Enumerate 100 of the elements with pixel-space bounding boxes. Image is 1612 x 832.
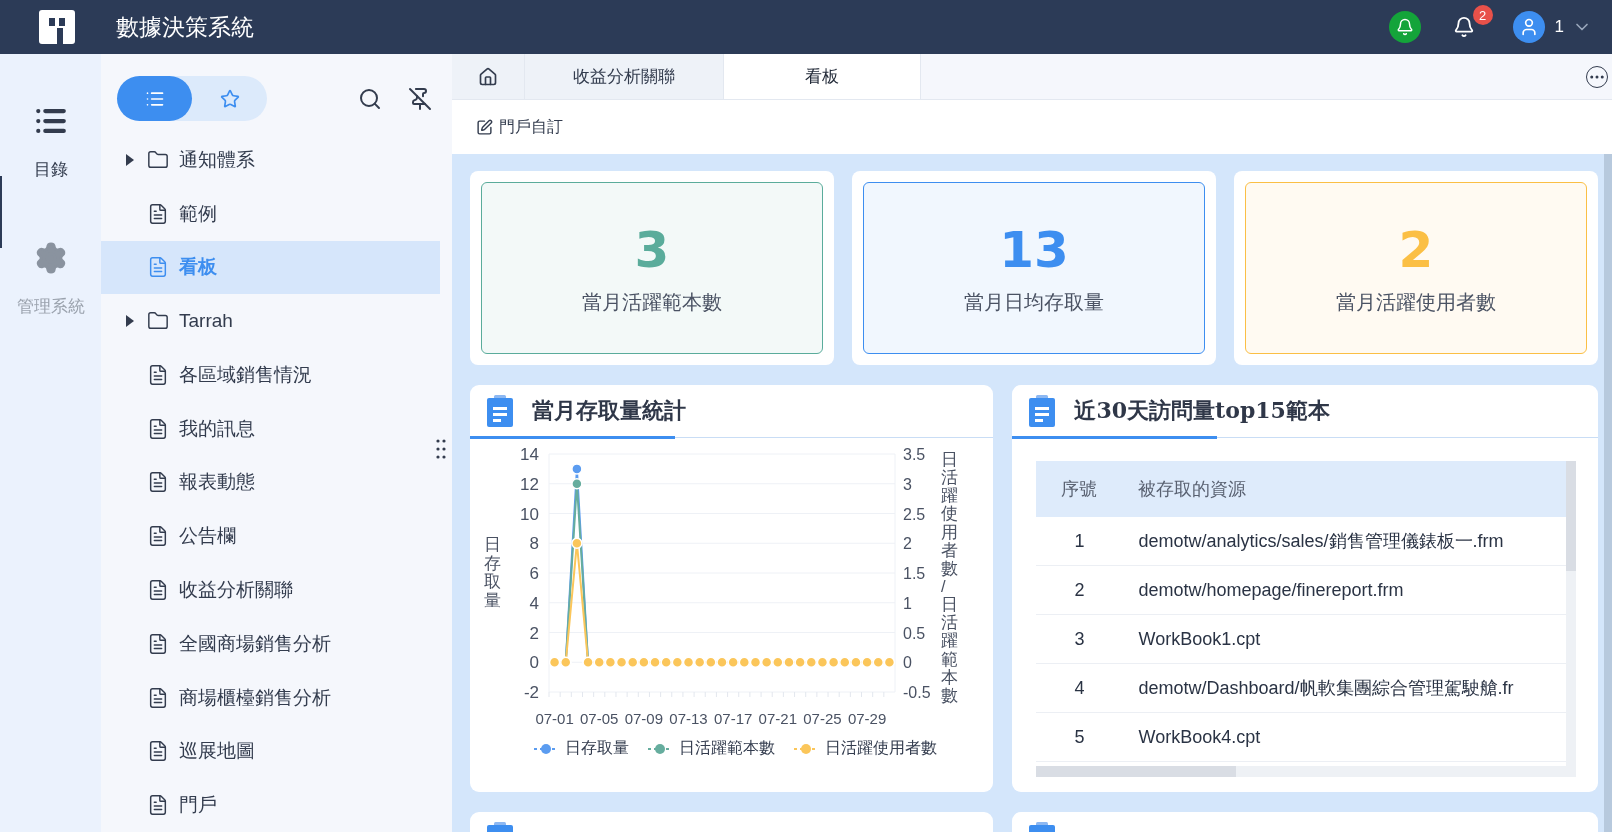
- nav-item[interactable]: 商場櫃檯銷售分析: [101, 670, 440, 725]
- axis-tick-label: 07-21: [758, 710, 797, 727]
- notification-button[interactable]: 2: [1448, 5, 1493, 49]
- data-point: [571, 463, 583, 475]
- legend-item[interactable]: 日活躍範本數: [646, 738, 775, 759]
- table-cell-text: WorkBook1.cpt: [1137, 628, 1262, 650]
- column-header: 序號: [1060, 477, 1099, 501]
- panel-title: 近30天訪問量top15範本: [1074, 396, 1330, 425]
- scrollbar[interactable]: [1604, 154, 1612, 832]
- user-name[interactable]: 1: [1554, 17, 1564, 37]
- table-cell-text: 1: [1073, 530, 1086, 552]
- clipboard-icon: [1028, 395, 1057, 427]
- axis-tick-label: 3.5: [903, 446, 926, 463]
- data-point: [593, 656, 605, 668]
- home-tab[interactable]: [452, 54, 525, 99]
- table-cell-text: 3: [1073, 628, 1086, 650]
- data-point: [693, 656, 706, 668]
- document-icon: [147, 417, 169, 440]
- document-icon: [147, 202, 169, 225]
- data-point: [649, 656, 661, 668]
- data-point: [760, 656, 773, 668]
- table-cell-text: 4: [1073, 677, 1086, 699]
- data-point: [716, 656, 728, 668]
- document-icon: [147, 632, 169, 655]
- list-view-toggle[interactable]: [117, 76, 192, 121]
- axis-title: 日活躍使用者數/日活躍範本數: [941, 450, 958, 704]
- axis-tick-label: 4: [529, 593, 539, 613]
- data-point: [548, 656, 561, 668]
- legend-item[interactable]: 日活躍使用者數: [792, 738, 937, 759]
- axis-tick-label: 0: [529, 653, 539, 673]
- tab[interactable]: 收益分析關聯: [525, 54, 724, 99]
- user-avatar[interactable]: [1512, 11, 1545, 43]
- axis-tick-label: 10: [520, 504, 539, 524]
- folder-icon: [147, 148, 169, 171]
- column-header: 被存取的資源: [1137, 477, 1248, 501]
- app-title: 數據決策系統: [116, 12, 255, 42]
- kpi-value: 13: [999, 220, 1069, 279]
- axis-tick-label: 0: [903, 654, 912, 672]
- data-point: [883, 656, 896, 668]
- data-point: [872, 656, 884, 668]
- unpin-button[interactable]: [408, 86, 432, 111]
- data-point: [615, 656, 628, 668]
- axis-tick-label: 07-17: [713, 710, 753, 727]
- tab[interactable]: 看板: [724, 54, 921, 99]
- document-icon: [147, 525, 169, 548]
- nav-item[interactable]: 範例: [101, 186, 440, 241]
- document-icon: [147, 363, 169, 386]
- axis-title: 日存取量: [484, 536, 501, 611]
- kpi-label: 當月活躍使用者數: [1336, 288, 1496, 316]
- customize-portal-button[interactable]: 門戶自訂: [476, 116, 563, 138]
- data-point: [772, 656, 784, 668]
- kpi-label: 當月日均存取量: [964, 288, 1104, 316]
- nav-item[interactable]: 通知體系: [101, 133, 440, 187]
- data-point: [660, 656, 672, 668]
- data-point: [671, 656, 684, 668]
- axis-tick-label: 1.5: [903, 565, 926, 582]
- data-point: [850, 656, 862, 668]
- axis-tick-label: 2: [903, 535, 912, 553]
- table-cell-text: 5: [1073, 726, 1086, 748]
- rail-label[interactable]: 目錄: [33, 158, 68, 181]
- nav-item[interactable]: Tarrah: [101, 294, 440, 349]
- search-button[interactable]: [358, 86, 382, 111]
- data-point: [794, 656, 806, 668]
- data-point: [783, 656, 795, 668]
- table-cell-text: demotw/analytics/sales/銷售管理儀錶板一.frm: [1137, 530, 1505, 553]
- axis-tick-label: -0.5: [903, 684, 931, 701]
- table-cell-text: demotw/Dashboard/帆軟集團綜合管理駕駛艙.fr: [1137, 677, 1515, 700]
- axis-tick-label: 2: [529, 623, 539, 643]
- axis-tick-label: 07-13: [669, 710, 708, 727]
- drag-handle-icon[interactable]: [436, 438, 446, 460]
- nav-item[interactable]: 巡展地圖: [101, 724, 440, 779]
- data-point: [705, 656, 717, 668]
- table-cell-text: demotw/homepage/finereport.frm: [1137, 579, 1405, 601]
- axis-tick-label: 07-05: [580, 710, 619, 727]
- bell-icon: [1452, 16, 1475, 38]
- axis-tick-label: 1: [903, 594, 912, 612]
- nav-item[interactable]: 全國商場銷售分析: [101, 616, 440, 671]
- caret-icon[interactable]: [125, 315, 135, 328]
- document-icon: [147, 579, 169, 601]
- kpi-label: 當月活躍範本數: [582, 288, 722, 316]
- nav-item[interactable]: 我的訊息: [101, 401, 440, 456]
- data-point: [861, 656, 873, 668]
- data-point: [571, 478, 583, 490]
- caret-icon[interactable]: [125, 153, 135, 166]
- document-icon: [147, 471, 169, 494]
- legend-item[interactable]: 日存取量: [532, 738, 629, 759]
- data-point: [805, 656, 818, 668]
- alert-bell-icon[interactable]: [1388, 11, 1421, 43]
- axis-tick-label: 07-29: [847, 710, 887, 727]
- nav-item[interactable]: 公告欄: [101, 509, 440, 564]
- table-cell-text: 2: [1073, 579, 1086, 601]
- data-point: [604, 656, 617, 668]
- nav-item[interactable]: 門戶: [101, 778, 440, 832]
- axis-tick-label: 07-01: [535, 710, 574, 727]
- nav-item[interactable]: 各區域銷售情況: [101, 348, 440, 402]
- clipboard-icon: [486, 395, 514, 427]
- nav-item[interactable]: 收益分析關聯: [101, 563, 440, 617]
- document-icon: [147, 794, 169, 817]
- kpi-value: 2: [1398, 220, 1434, 279]
- nav-item[interactable]: 報表動態: [101, 455, 440, 510]
